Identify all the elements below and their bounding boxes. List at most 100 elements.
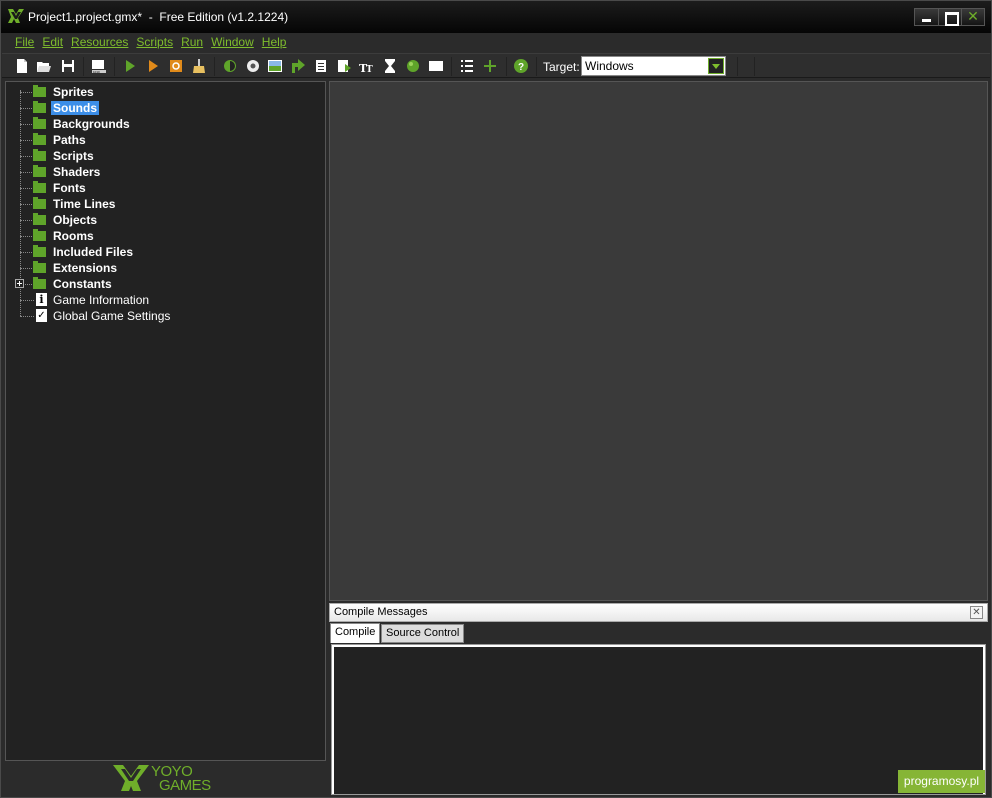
create-path-icon[interactable] [290,58,306,74]
tree-item-paths[interactable]: Paths [6,132,306,148]
tree-item-rooms[interactable]: Rooms [6,228,306,244]
folder-icon [33,117,46,129]
folder-icon [33,181,46,193]
save-icon[interactable] [60,58,76,74]
game-settings-icon[interactable] [459,58,475,74]
compile-tabs: Compile Source Control [329,622,988,644]
tree-item-scripts[interactable]: Scripts [6,148,306,164]
compile-title: Compile Messages [334,606,428,618]
export-icon[interactable]: 1010 [91,58,107,74]
create-sprite-icon[interactable] [222,58,238,74]
create-script-icon[interactable] [313,58,329,74]
tab-source-control[interactable]: Source Control [381,624,465,643]
yoyo-logo-icon [113,765,149,791]
tree-item-label: Sounds [51,101,99,115]
create-font-icon[interactable]: TT [359,58,375,74]
create-background-icon[interactable] [267,58,283,74]
tree-item-label: Constants [53,277,112,291]
menu-help[interactable]: Help [262,33,287,52]
compile-messages-panel: Compile Messages ✕ Compile Source Contro… [329,603,988,795]
extensions-icon[interactable] [482,58,498,74]
tree-item-label: Included Files [53,245,134,259]
watermark: programosy.pl [898,770,985,793]
create-room-icon[interactable] [428,58,444,74]
checkmark-icon: ✓ [36,309,47,322]
title-bar[interactable]: Project1.project.gmx* - Free Edition (v1… [1,1,991,33]
resource-tree: Sprites Sounds Backgrounds Paths Scripts… [5,81,326,761]
help-icon[interactable]: ? [513,58,529,74]
folder-icon [33,213,46,225]
compile-output[interactable] [334,647,983,794]
menu-edit[interactable]: Edit [42,33,63,52]
tree-item-label: Global Game Settings [53,309,171,323]
tab-compile[interactable]: Compile [330,623,381,643]
create-timeline-icon[interactable] [382,58,398,74]
minimize-button[interactable] [915,9,938,25]
tree-item-time-lines[interactable]: Time Lines [6,196,306,212]
tree-item-global-game-settings[interactable]: ✓ Global Game Settings [6,308,306,324]
debug-icon[interactable] [145,58,161,74]
expand-icon[interactable] [15,279,24,288]
stop-icon[interactable] [168,58,184,74]
folder-icon [33,149,46,161]
target-label: Target: [543,60,580,74]
menu-scripts[interactable]: Scripts [136,33,173,52]
tree-item-fonts[interactable]: Fonts [6,180,306,196]
app-window: Project1.project.gmx* - Free Edition (v1… [0,0,992,798]
tree-item-label: Game Information [53,293,150,307]
tree-item-included-files[interactable]: Included Files [6,244,306,260]
toolbar: 1010 TT ? Target: Windows [2,53,990,78]
gamemaker-logo-icon [8,9,24,23]
folder-icon [33,197,46,209]
chevron-down-icon[interactable] [708,58,724,74]
svg-text:T: T [366,65,373,74]
tree-item-label: Fonts [53,181,86,195]
tree-item-label: Sprites [53,85,94,99]
tree-item-objects[interactable]: Objects [6,212,306,228]
menu-bar: File Edit Resources Scripts Run Window H… [1,33,991,52]
tree-item-label: Extensions [53,261,118,275]
open-icon[interactable] [36,58,52,74]
folder-icon [33,165,46,177]
create-object-icon[interactable] [405,58,421,74]
tree-item-label: Rooms [53,229,94,243]
tree-item-extensions[interactable]: Extensions [6,260,306,276]
tree-item-label: Shaders [53,165,101,179]
window-title: Project1.project.gmx* - Free Edition (v1… [28,10,289,24]
folder-icon [33,101,46,113]
menu-run[interactable]: Run [181,33,203,52]
create-sound-icon[interactable] [245,58,261,74]
svg-text:1010: 1010 [93,70,100,74]
info-icon: i [36,293,47,306]
tree-item-shaders[interactable]: Shaders [6,164,306,180]
tree-item-constants[interactable]: Constants [6,276,306,292]
workspace-area[interactable] [329,81,988,601]
maximize-button[interactable] [938,9,961,26]
tree-item-label: Objects [53,213,98,227]
compile-body [331,644,986,795]
create-shader-icon[interactable] [336,58,352,74]
new-file-icon[interactable] [14,58,30,74]
tree-item-backgrounds[interactable]: Backgrounds [6,116,306,132]
tree-item-sounds[interactable]: Sounds [6,100,306,116]
tree-item-game-information[interactable]: i Game Information [6,292,306,308]
yoyo-games-logo: YOYO GAMES [113,763,223,794]
folder-icon [33,245,46,257]
clean-icon[interactable] [191,58,207,74]
folder-icon [33,261,46,273]
folder-icon [33,229,46,241]
window-controls: ✕ [914,8,985,26]
menu-window[interactable]: Window [211,33,254,52]
close-button[interactable]: ✕ [961,9,984,25]
close-panel-icon[interactable]: ✕ [970,606,983,619]
menu-resources[interactable]: Resources [71,33,128,52]
menu-file[interactable]: File [15,33,34,52]
folder-icon [33,85,46,97]
run-icon[interactable] [122,58,138,74]
tree-item-sprites[interactable]: Sprites [6,84,306,100]
target-select[interactable]: Windows [581,56,726,76]
tree-item-label: Paths [53,133,86,147]
target-value: Windows [585,59,634,73]
tree-item-label: Time Lines [53,197,116,211]
svg-text:?: ? [518,62,524,73]
